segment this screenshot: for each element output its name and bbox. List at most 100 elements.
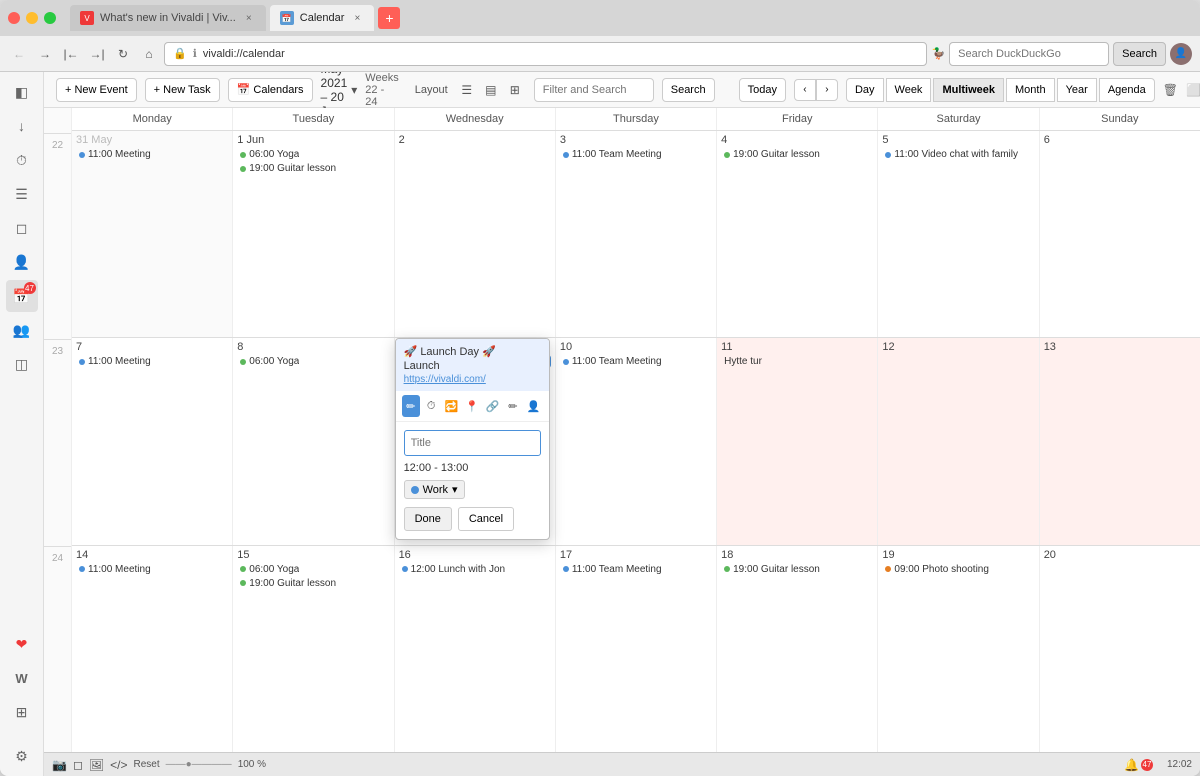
day-6jun[interactable]: 6 xyxy=(1040,131,1200,337)
close-button[interactable] xyxy=(8,12,20,24)
forward-button[interactable]: → xyxy=(34,43,56,65)
popup-cancel-button[interactable]: Cancel xyxy=(458,507,514,531)
day-17jun[interactable]: 17 11:00 Team Meeting xyxy=(556,546,717,752)
day-9jun[interactable]: 9 🚀 Launch Day 🚀 xyxy=(395,338,556,544)
event-lunch-16jun[interactable]: 12:00 Lunch with Jon xyxy=(399,563,551,576)
event-teammeeting-17jun[interactable]: 11:00 Team Meeting xyxy=(560,563,712,576)
wiki-icon[interactable]: W xyxy=(6,662,38,694)
view-week[interactable]: Week xyxy=(886,78,932,102)
day-11jun[interactable]: 11 Hytte tur xyxy=(717,338,878,544)
window-icon[interactable]: ◻ xyxy=(73,758,83,772)
feed-icon[interactable]: ◫ xyxy=(6,348,38,380)
event-yoga-8jun[interactable]: 06:00 Yoga xyxy=(237,355,389,368)
address-bar[interactable]: 🔒 ℹ vivaldi://calendar xyxy=(164,42,927,66)
day-7jun[interactable]: 7 11:00 Meeting xyxy=(72,338,233,544)
back-button[interactable]: ← xyxy=(8,43,30,65)
image-icon[interactable]: 🖼 xyxy=(89,758,104,772)
tab-calendar[interactable]: 📅 Calendar × xyxy=(270,5,375,31)
search-button[interactable]: Search xyxy=(1113,42,1166,66)
new-task-button[interactable]: + New Task xyxy=(145,78,220,102)
date-range-dropdown[interactable]: ▾ xyxy=(351,83,357,97)
tab-vivaldi[interactable]: V What's new in Vivaldi | Viv... × xyxy=(70,5,266,31)
contacts2-icon[interactable]: 👥 xyxy=(6,314,38,346)
minimize-button[interactable] xyxy=(26,12,38,24)
search-input[interactable] xyxy=(949,42,1109,66)
tab-vivaldi-close[interactable]: × xyxy=(242,11,256,25)
settings-icon[interactable]: ⚙ xyxy=(6,740,38,772)
mail-icon[interactable]: ◻ xyxy=(6,212,38,244)
layout-list-icon[interactable]: ☰ xyxy=(456,79,478,101)
popup-repeat-icon[interactable]: 🔁 xyxy=(442,395,460,417)
view-day[interactable]: Day xyxy=(846,78,884,102)
next-arrow[interactable]: › xyxy=(816,79,838,101)
day-1jun[interactable]: 1 Jun 06:00 Yoga 19:00 Guitar lesson xyxy=(233,131,394,337)
tab-calendar-close[interactable]: × xyxy=(350,11,364,25)
popup-calendar-tag[interactable]: Work ▾ xyxy=(404,480,465,499)
event-hyttetur-11jun[interactable]: Hytte tur xyxy=(721,355,873,368)
day-20jun[interactable]: 20 xyxy=(1040,546,1200,752)
event-teammeeting-10jun[interactable]: 11:00 Team Meeting xyxy=(560,355,712,368)
filter-input[interactable] xyxy=(534,78,654,102)
day-10jun[interactable]: 10 11:00 Team Meeting xyxy=(556,338,717,544)
prev-arrow[interactable]: ‹ xyxy=(794,79,816,101)
trash-icon[interactable]: 🗑 xyxy=(1163,79,1178,101)
day-8jun[interactable]: 8 06:00 Yoga xyxy=(233,338,394,544)
day-31may[interactable]: 31 May 11:00 Meeting xyxy=(72,131,233,337)
day-16jun[interactable]: 16 12:00 Lunch with Jon xyxy=(395,546,556,752)
popup-link-icon[interactable]: 🔗 xyxy=(483,395,501,417)
day-13jun[interactable]: 13 xyxy=(1040,338,1200,544)
layout-grid-icon[interactable]: ⊞ xyxy=(504,79,526,101)
event-guitar-15jun[interactable]: 19:00 Guitar lesson xyxy=(237,577,389,590)
view-agenda[interactable]: Agenda xyxy=(1099,78,1155,102)
search-calendar-button[interactable]: Search xyxy=(662,78,715,102)
day-19jun[interactable]: 19 09:00 Photo shooting xyxy=(878,546,1039,752)
event-yoga-15jun[interactable]: 06:00 Yoga xyxy=(237,563,389,576)
contacts-icon[interactable]: 👤 xyxy=(6,246,38,278)
user-avatar[interactable]: 👤 xyxy=(1170,43,1192,65)
fullscreen-button[interactable] xyxy=(44,12,56,24)
event-teammeeting-3jun[interactable]: 11:00 Team Meeting xyxy=(560,148,712,161)
event-yoga-1jun[interactable]: 06:00 Yoga xyxy=(237,148,389,161)
download-icon[interactable]: ↓ xyxy=(6,110,38,142)
history-icon[interactable]: ⏱ xyxy=(6,144,38,176)
event-meeting-7jun[interactable]: 11:00 Meeting xyxy=(76,355,228,368)
popup-note-icon[interactable]: ✏ xyxy=(504,395,522,417)
home-button[interactable]: ⌂ xyxy=(138,43,160,65)
first-page-button[interactable]: |← xyxy=(60,43,82,65)
day-12jun[interactable]: 12 xyxy=(878,338,1039,544)
calendar-sidebar-icon[interactable]: 📅 47 xyxy=(6,280,38,312)
view-year[interactable]: Year xyxy=(1057,78,1097,102)
layout-compact-icon[interactable]: ▤ xyxy=(480,79,502,101)
popup-edit-icon[interactable]: ✏ xyxy=(402,395,420,417)
new-tab-button[interactable]: + xyxy=(378,7,400,29)
event-photo-19jun[interactable]: 09:00 Photo shooting xyxy=(882,563,1034,576)
event-meeting-31may[interactable]: 11:00 Meeting xyxy=(76,148,228,161)
code-icon[interactable]: </> xyxy=(110,758,127,772)
popup-clock-icon[interactable]: ⏱ xyxy=(422,395,440,417)
event-video-5jun[interactable]: 11:00 Video chat with family xyxy=(882,148,1034,161)
popup-attendee-icon[interactable]: 👤 xyxy=(524,395,542,417)
view-multiweek[interactable]: Multiweek xyxy=(933,78,1004,102)
day-2jun[interactable]: 2 xyxy=(395,131,556,337)
day-18jun[interactable]: 18 19:00 Guitar lesson xyxy=(717,546,878,752)
view-month[interactable]: Month xyxy=(1006,78,1055,102)
panel-icon[interactable]: ◧ xyxy=(6,76,38,108)
day-3jun[interactable]: 3 11:00 Team Meeting xyxy=(556,131,717,337)
vivaldi-icon[interactable]: ❤ xyxy=(6,628,38,660)
popup-title-input[interactable] xyxy=(404,430,541,456)
new-event-button[interactable]: + New Event xyxy=(56,78,137,102)
last-page-button[interactable]: →| xyxy=(86,43,108,65)
popup-location-icon[interactable]: 📍 xyxy=(463,395,481,417)
popup-done-button[interactable]: Done xyxy=(404,507,452,531)
today-button[interactable]: Today xyxy=(739,78,786,102)
calendars-button[interactable]: 📅 Calendars xyxy=(228,78,313,102)
popup-event-link[interactable]: https://vivaldi.com/ xyxy=(404,374,541,385)
reload-button[interactable]: ↻ xyxy=(112,43,134,65)
notification-badge-area[interactable]: 🔔 47 xyxy=(1124,758,1153,772)
day-4jun[interactable]: 4 19:00 Guitar lesson xyxy=(717,131,878,337)
camera-icon[interactable]: 📷 xyxy=(52,758,67,772)
event-guitar-18jun[interactable]: 19:00 Guitar lesson xyxy=(721,563,873,576)
day-14jun[interactable]: 14 11:00 Meeting xyxy=(72,546,233,752)
day-15jun[interactable]: 15 06:00 Yoga 19:00 Guitar lesson xyxy=(233,546,394,752)
add-webpanel-icon[interactable]: ⊞ xyxy=(6,696,38,728)
